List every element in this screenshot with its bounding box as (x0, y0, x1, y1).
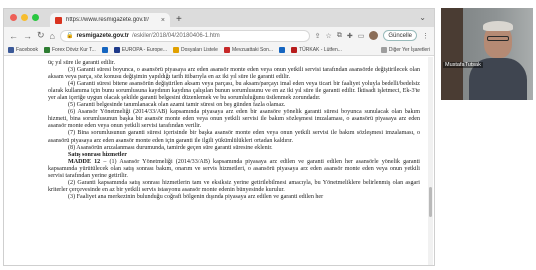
globe-icon (101, 46, 108, 53)
back-icon[interactable]: ← (9, 31, 18, 41)
url-field[interactable]: 🔒 resmigazete.gov.tr /eskiler/2018/04/20… (59, 29, 310, 42)
window-controls (10, 14, 39, 21)
document-icon (223, 46, 230, 53)
doc-paragraph: üç yıl süre ile garanti edilir. (48, 60, 116, 66)
facebook-icon (8, 46, 14, 53)
other-bookmarks[interactable]: Diğer Yer İşaretleri (380, 46, 430, 53)
doc-paragraph: MADDE 12 – (1) Asansör Yönetmeliği (2014… (48, 158, 420, 179)
article-lead: MADDE 12 (68, 158, 101, 165)
tab-title: https://www.resmigazete.gov.tr/ (66, 17, 149, 23)
doc-paragraph: (3) Garanti süresi boyunca, o asansörü p… (48, 67, 420, 81)
glasses-icon (487, 36, 509, 41)
home-icon[interactable]: ⌂ (50, 31, 55, 41)
doc-paragraph: (3) Faaliyet ana merkezinin bulunduğu co… (68, 193, 324, 200)
url-path: /eskiler/2018/04/20180406-1.htm (132, 32, 220, 39)
document-content: üç yıl süre ile garanti edilir. (3) Gara… (4, 57, 430, 265)
bookmark-icon-only-2[interactable] (279, 46, 286, 53)
reload-icon[interactable]: ↻ (37, 30, 45, 41)
minimize-window-button[interactable] (21, 14, 28, 21)
forward-icon[interactable]: → (23, 31, 32, 41)
globe-icon (279, 46, 286, 53)
browser-window: https://www.resmigazete.gov.tr/ × + ⌄ ← … (3, 8, 435, 266)
address-bar-row: ← → ↻ ⌂ 🔒 resmigazete.gov.tr /eskiler/20… (4, 27, 434, 44)
menu-icon[interactable]: ⋮ (422, 32, 429, 40)
tab-bar: https://www.resmigazete.gov.tr/ × + ⌄ (4, 9, 434, 27)
puzzle-icon[interactable]: ✚ (347, 32, 353, 40)
bookmark-europa[interactable]: EUROPA - Europe... (113, 46, 167, 53)
new-tab-button[interactable]: + (176, 13, 182, 27)
star-icon[interactable]: ☆ (326, 32, 332, 40)
favicon-icon (55, 16, 62, 24)
section-heading: Satış sonrası hizmetler (68, 151, 127, 158)
profile-avatar[interactable] (369, 31, 379, 40)
bookmarks-bar: Facebook Forex Döviz Kur T... EUROPA - E… (4, 44, 434, 56)
person-hair (483, 21, 513, 31)
maximize-window-button[interactable] (32, 14, 39, 21)
participant-name: MustafaTutsak (443, 62, 483, 68)
update-button[interactable]: Güncelle (383, 30, 417, 41)
doc-paragraph: (6) Asansör Yönetmeliği (2014/33/AB) kap… (48, 109, 420, 130)
tab-close-icon[interactable]: × (161, 17, 165, 24)
doc-paragraph: (8) Asansörün arızalanması durumunda, ta… (68, 144, 273, 151)
url-host: resmigazete.gov.tr (76, 32, 130, 39)
lock-icon: 🔒 (65, 33, 74, 39)
doc-paragraph: (4) Garanti süresi bitene asansörün deği… (48, 81, 420, 102)
participant-video: MustafaTutsak (441, 8, 533, 100)
bookmark-turkak[interactable]: TÜRKAK - Lütfen... (291, 46, 342, 53)
doc-paragraph: (7) Bina sorumlusunun garanti süresi içe… (48, 130, 420, 144)
sidebar-icon[interactable]: ▭ (358, 32, 365, 40)
bookmark-facebook[interactable]: Facebook (8, 46, 38, 53)
scrollbar-thumb[interactable] (429, 187, 432, 217)
video-shelf (441, 8, 463, 100)
bookmark-forex[interactable]: Forex Döviz Kur T... (43, 46, 96, 53)
tab-resmigazete[interactable]: https://www.resmigazete.gov.tr/ × (50, 13, 170, 27)
doc-paragraph: (2) Garanti kapsamında satış sonrası hiz… (48, 179, 420, 193)
bookmark-icon-only[interactable] (101, 46, 108, 53)
forex-icon (43, 46, 50, 53)
folder-icon (172, 46, 179, 53)
extension-icon[interactable]: ⧉ (337, 32, 342, 40)
eu-flag-icon (113, 46, 120, 53)
close-window-button[interactable] (10, 14, 17, 21)
folder-icon (380, 46, 387, 53)
vertical-scrollbar[interactable] (428, 57, 433, 265)
bookmark-dosyalar[interactable]: Dosyaları Listele (172, 46, 218, 53)
turkak-icon (291, 46, 298, 53)
bookmark-mevzuat[interactable]: Mevzuattaki Son... (223, 46, 273, 53)
share-icon[interactable]: ⇪ (315, 32, 321, 40)
chevron-down-icon[interactable]: ⌄ (419, 13, 426, 22)
